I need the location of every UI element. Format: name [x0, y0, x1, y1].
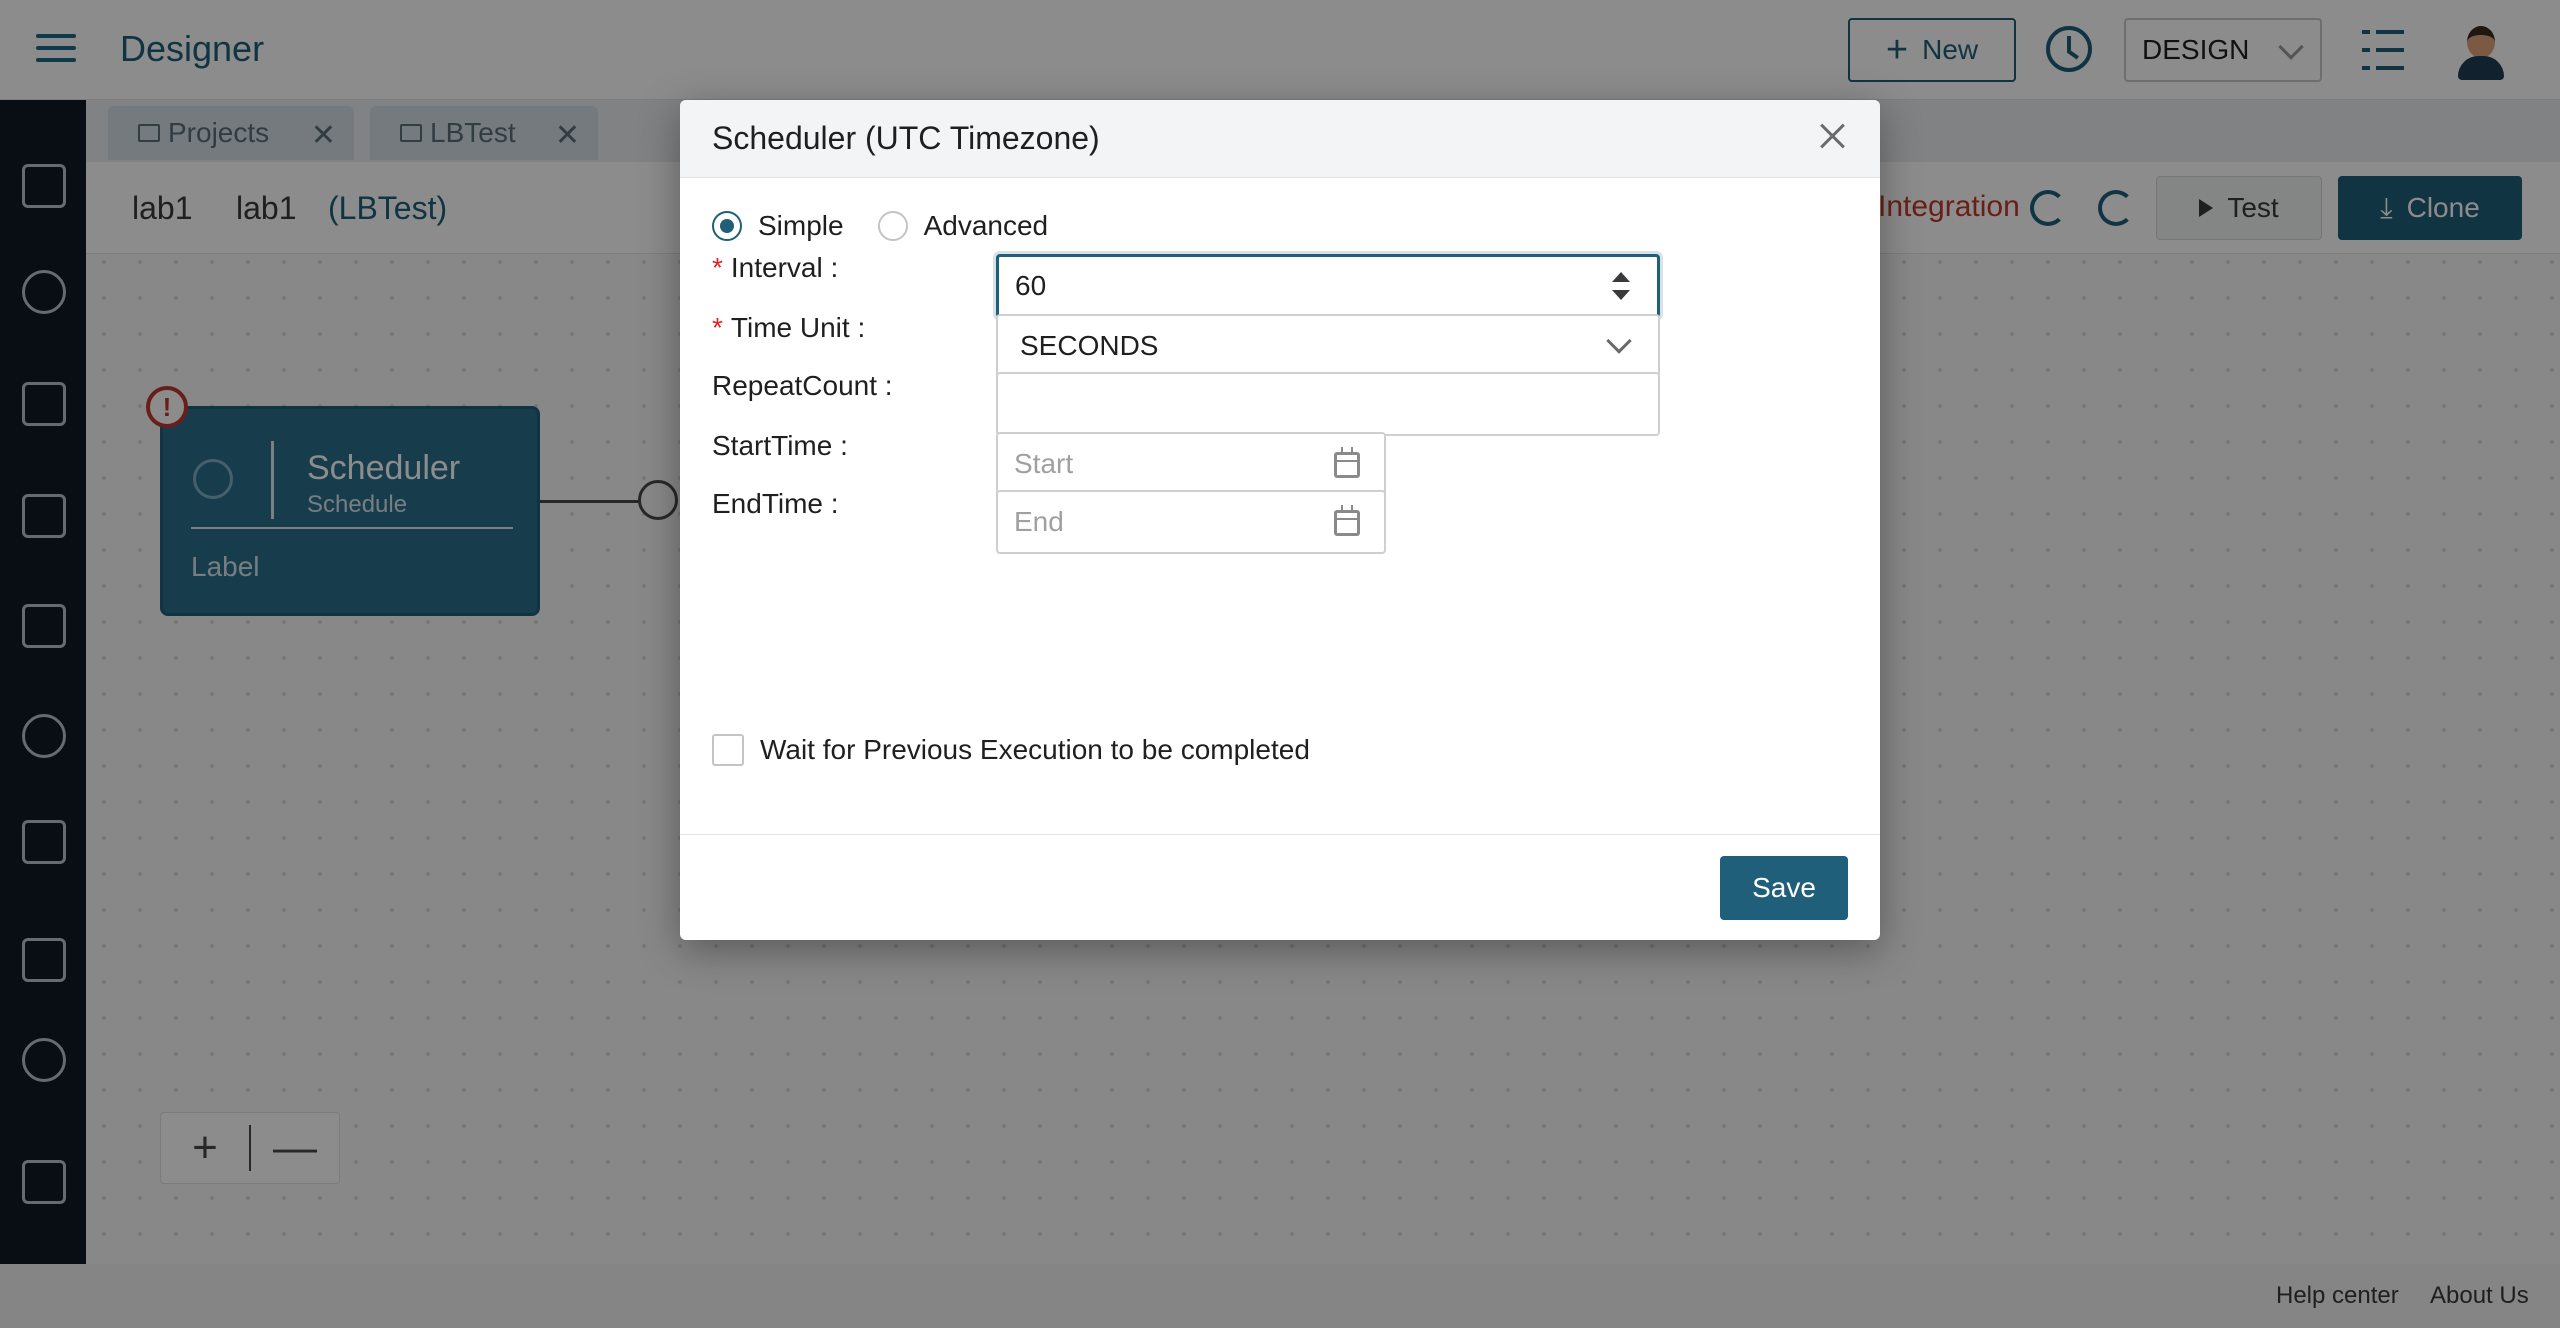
scheduler-dialog: Scheduler (UTC Timezone) Simple Advanced… — [680, 100, 1880, 940]
repeat-count-label: RepeatCount : — [712, 370, 893, 401]
save-button[interactable]: Save — [1720, 856, 1848, 920]
interval-label: * Interval : — [712, 252, 839, 283]
dialog-title: Scheduler (UTC Timezone) — [712, 120, 1100, 156]
interval-stepper[interactable] — [1604, 266, 1640, 306]
radio-advanced-label: Advanced — [923, 210, 1049, 241]
time-unit-value: SECONDS — [1020, 330, 1159, 361]
end-time-picker[interactable]: End — [996, 490, 1386, 554]
calendar-icon — [1334, 505, 1360, 536]
repeat-count-input[interactable] — [996, 372, 1660, 436]
caret-down-icon — [1612, 290, 1630, 300]
close-icon[interactable] — [1814, 118, 1850, 154]
wait-checkbox[interactable] — [712, 734, 744, 766]
interval-input[interactable] — [996, 254, 1660, 318]
radio-simple[interactable] — [712, 211, 742, 241]
radio-simple-label: Simple — [758, 210, 844, 241]
end-time-label: EndTime : — [712, 488, 839, 519]
start-time-picker[interactable]: Start — [996, 432, 1386, 496]
calendar-icon — [1334, 447, 1360, 478]
end-time-placeholder: End — [1014, 506, 1064, 537]
time-unit-label: * Time Unit : — [712, 312, 866, 343]
wait-checkbox-label: Wait for Previous Execution to be comple… — [760, 734, 1310, 765]
start-time-label: StartTime : — [712, 430, 848, 461]
time-unit-select[interactable]: SECONDS — [996, 314, 1660, 378]
wait-option: Wait for Previous Execution to be comple… — [712, 734, 1310, 766]
caret-up-icon — [1612, 272, 1630, 282]
start-time-placeholder: Start — [1014, 448, 1074, 479]
radio-advanced[interactable] — [877, 211, 908, 241]
mode-radio-group: Simple Advanced — [712, 210, 1082, 242]
dialog-header: Scheduler (UTC Timezone) — [680, 100, 1880, 178]
chevron-down-icon — [1606, 328, 1632, 354]
